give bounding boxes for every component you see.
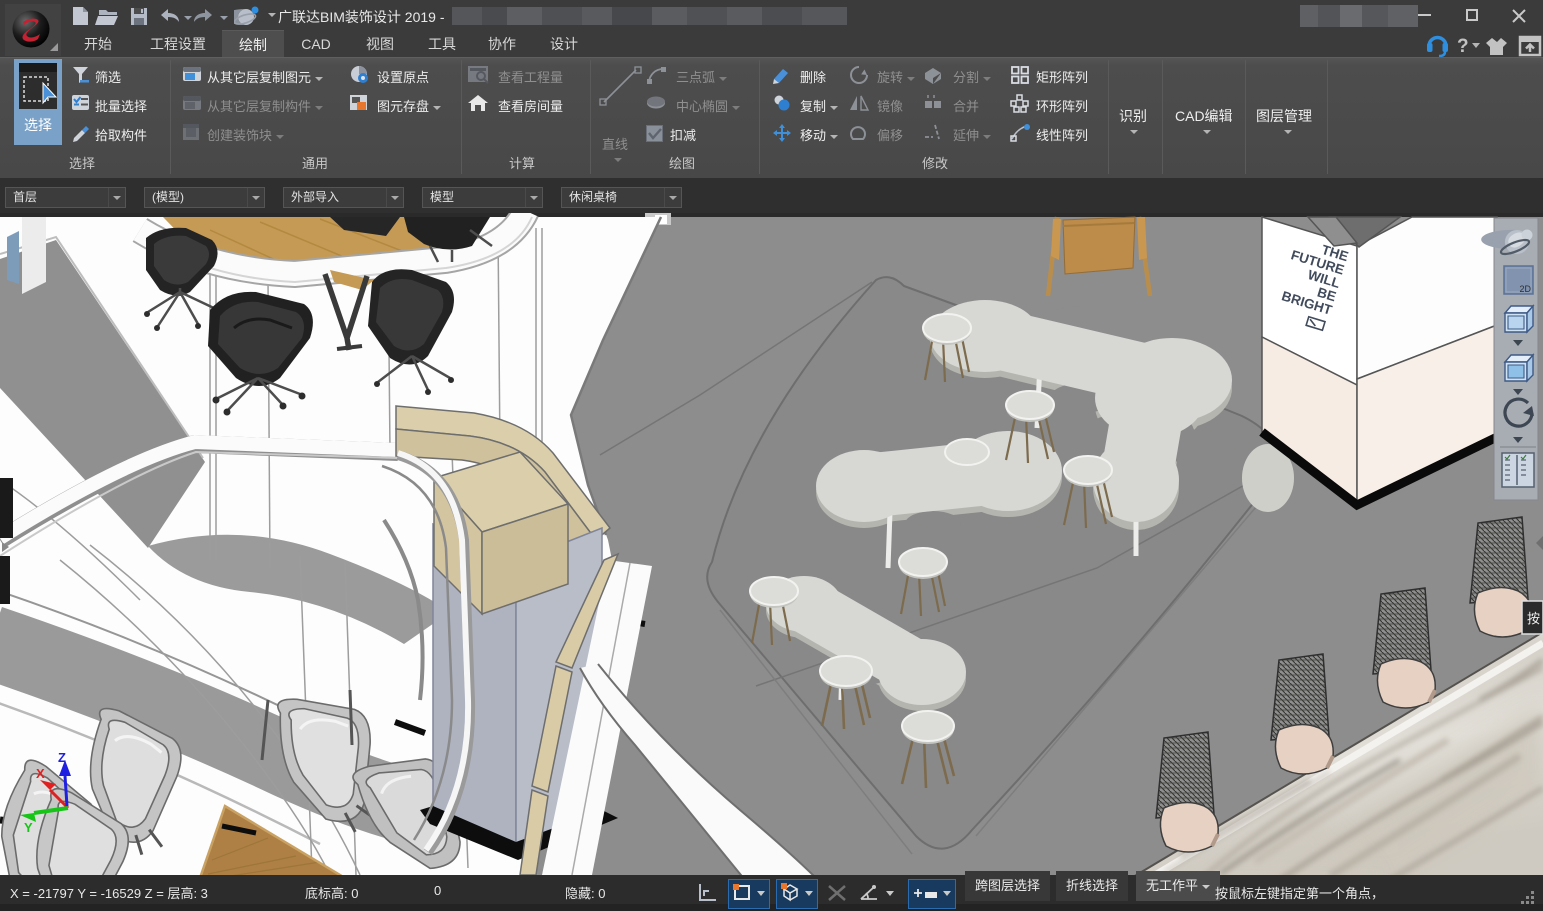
svg-text:2D: 2D <box>1519 284 1531 294</box>
svg-text:按: 按 <box>1527 611 1540 626</box>
svg-text:Y: Y <box>24 820 33 835</box>
svg-text:X: X <box>36 766 45 781</box>
svg-text:?: ? <box>1457 36 1469 57</box>
svg-text:Z: Z <box>58 750 66 765</box>
